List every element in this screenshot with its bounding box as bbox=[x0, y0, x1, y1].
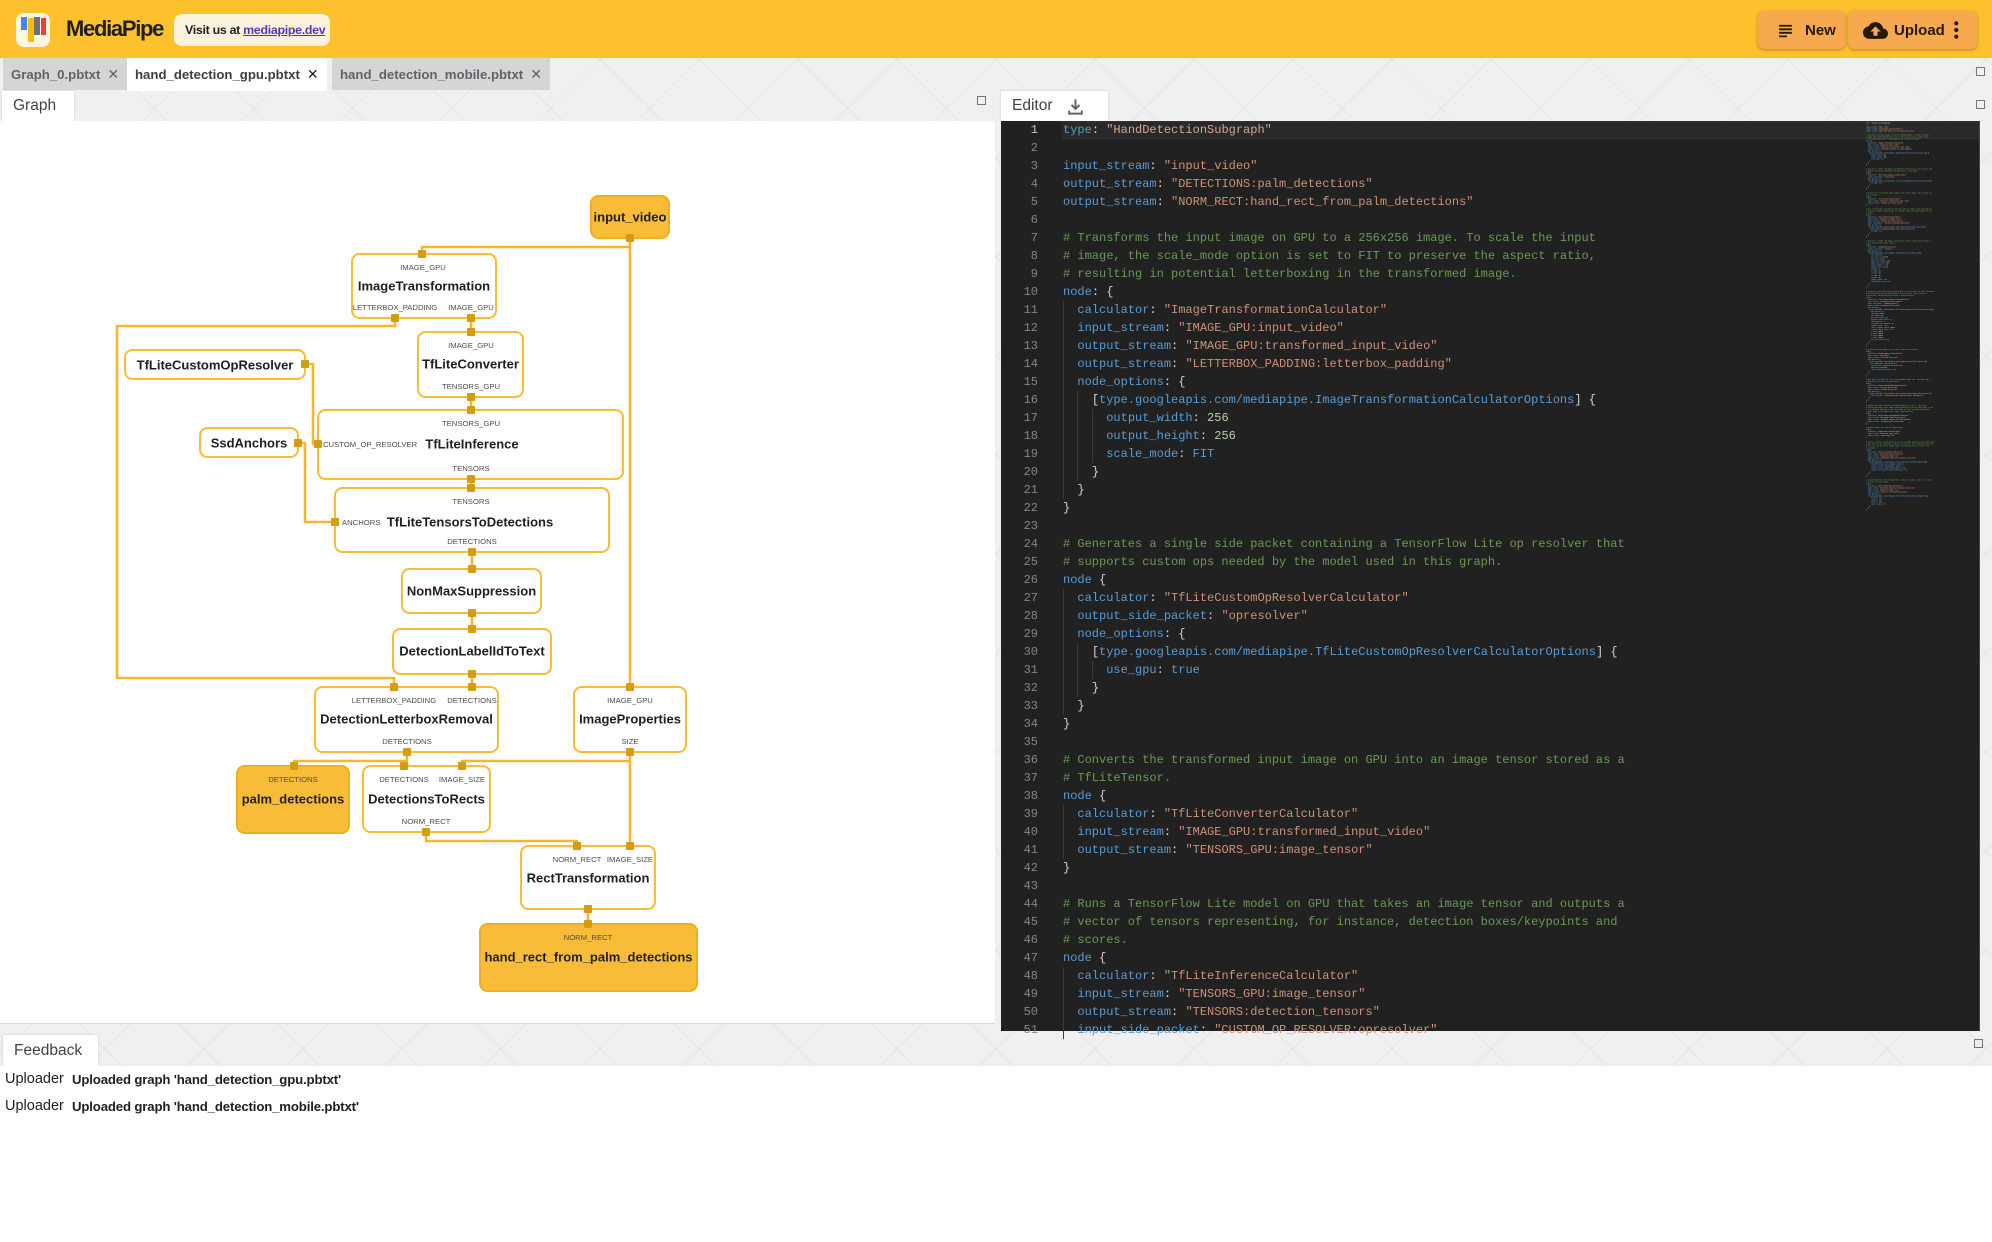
svg-text:NORM_RECT: NORM_RECT bbox=[553, 855, 602, 864]
svg-text:ANCHORS: ANCHORS bbox=[342, 518, 380, 527]
svg-text:TfLiteTensorsToDetections: TfLiteTensorsToDetections bbox=[387, 515, 553, 530]
svg-text:CUSTOM_OP_RESOLVER: CUSTOM_OP_RESOLVER bbox=[323, 440, 418, 449]
svg-text:SsdAnchors: SsdAnchors bbox=[211, 436, 288, 451]
svg-text:IMAGE_GPU: IMAGE_GPU bbox=[607, 696, 653, 705]
svg-text:TfLiteConverter: TfLiteConverter bbox=[422, 357, 519, 372]
svg-text:TfLiteInference: TfLiteInference bbox=[425, 437, 518, 452]
svg-text:TENSORS: TENSORS bbox=[452, 497, 489, 506]
svg-text:IMAGE_GPU: IMAGE_GPU bbox=[448, 341, 494, 350]
svg-text:IMAGE_GPU: IMAGE_GPU bbox=[448, 303, 494, 312]
svg-text:TENSORS_GPU: TENSORS_GPU bbox=[442, 419, 500, 428]
svg-text:DETECTIONS: DETECTIONS bbox=[268, 775, 318, 784]
svg-text:IMAGE_SIZE: IMAGE_SIZE bbox=[439, 775, 485, 784]
svg-text:TENSORS: TENSORS bbox=[452, 464, 489, 473]
svg-text:DETECTIONS: DETECTIONS bbox=[379, 775, 429, 784]
svg-text:TENSORS_GPU: TENSORS_GPU bbox=[442, 382, 500, 391]
svg-text:DETECTIONS: DETECTIONS bbox=[382, 737, 432, 746]
svg-text:TfLiteCustomOpResolver: TfLiteCustomOpResolver bbox=[137, 358, 294, 373]
svg-text:DETECTIONS: DETECTIONS bbox=[447, 696, 497, 705]
svg-text:ImageTransformation: ImageTransformation bbox=[358, 279, 490, 294]
svg-text:NonMaxSuppression: NonMaxSuppression bbox=[407, 584, 536, 599]
svg-text:IMAGE_SIZE: IMAGE_SIZE bbox=[607, 855, 653, 864]
svg-text:input_video: input_video bbox=[594, 210, 667, 225]
svg-text:DetectionLabelIdToText: DetectionLabelIdToText bbox=[399, 644, 545, 659]
svg-text:LETTERBOX_PADDING: LETTERBOX_PADDING bbox=[352, 696, 436, 705]
svg-text:DetectionLetterboxRemoval: DetectionLetterboxRemoval bbox=[320, 712, 493, 727]
svg-text:LETTERBOX_PADDING: LETTERBOX_PADDING bbox=[353, 303, 437, 312]
svg-text:DETECTIONS: DETECTIONS bbox=[447, 537, 497, 546]
svg-text:NORM_RECT: NORM_RECT bbox=[564, 933, 613, 942]
svg-text:SIZE: SIZE bbox=[621, 737, 638, 746]
svg-text:palm_detections: palm_detections bbox=[242, 792, 345, 807]
svg-text:ImageProperties: ImageProperties bbox=[579, 712, 681, 727]
svg-text:hand_rect_from_palm_detections: hand_rect_from_palm_detections bbox=[484, 950, 692, 965]
svg-text:IMAGE_GPU: IMAGE_GPU bbox=[400, 263, 446, 272]
svg-text:NORM_RECT: NORM_RECT bbox=[402, 817, 451, 826]
svg-text:DetectionsToRects: DetectionsToRects bbox=[368, 792, 485, 807]
svg-text:RectTransformation: RectTransformation bbox=[527, 871, 650, 886]
